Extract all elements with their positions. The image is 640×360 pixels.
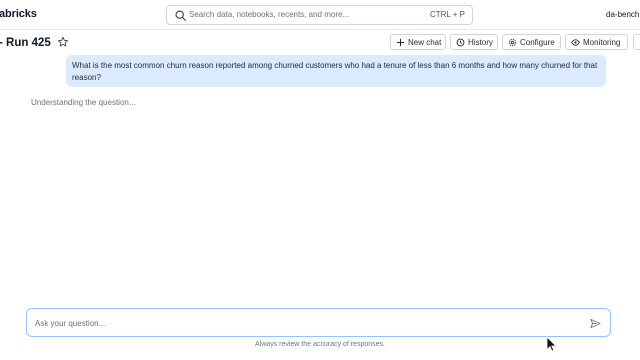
monitoring-button[interactable]: Monitoring	[565, 34, 628, 50]
question-placeholder: Ask your question...	[35, 319, 106, 328]
more-button[interactable]	[633, 34, 640, 50]
search-placeholder: Search data, notebooks, recents, and mor…	[189, 10, 350, 19]
monitoring-label: Monitoring	[583, 37, 621, 47]
configure-label: Configure	[520, 37, 555, 47]
plus-icon	[396, 38, 405, 46]
send-icon[interactable]	[590, 318, 601, 329]
accuracy-disclaimer: Always review the accuracy of responses.	[255, 341, 385, 348]
mouse-cursor-icon	[546, 336, 557, 352]
search-icon	[175, 10, 186, 21]
question-input[interactable]: Ask your question...	[26, 308, 611, 337]
history-button[interactable]: History	[450, 34, 498, 50]
top-bar: abricks Search data, notebooks, recents,…	[0, 0, 640, 30]
user-menu[interactable]: da-bench	[606, 10, 639, 19]
new-chat-button[interactable]: New chat	[390, 34, 446, 50]
search-shortcut: CTRL + P	[429, 10, 465, 19]
brand-logo[interactable]: abricks	[0, 8, 37, 20]
history-icon	[456, 38, 465, 46]
new-chat-label: New chat	[408, 37, 442, 47]
search-box[interactable]: Search data, notebooks, recents, and mor…	[166, 5, 473, 25]
gear-icon	[508, 38, 517, 46]
history-label: History	[468, 37, 493, 47]
page-title: - Run 425	[0, 37, 51, 49]
eye-icon	[571, 38, 580, 46]
star-icon[interactable]	[57, 36, 69, 48]
configure-button[interactable]: Configure	[502, 34, 561, 50]
user-message-bubble: What is the most common churn reason rep…	[66, 55, 606, 87]
assistant-status: Understanding the question...	[31, 98, 136, 107]
user-message-text: What is the most common churn reason rep…	[72, 61, 598, 82]
